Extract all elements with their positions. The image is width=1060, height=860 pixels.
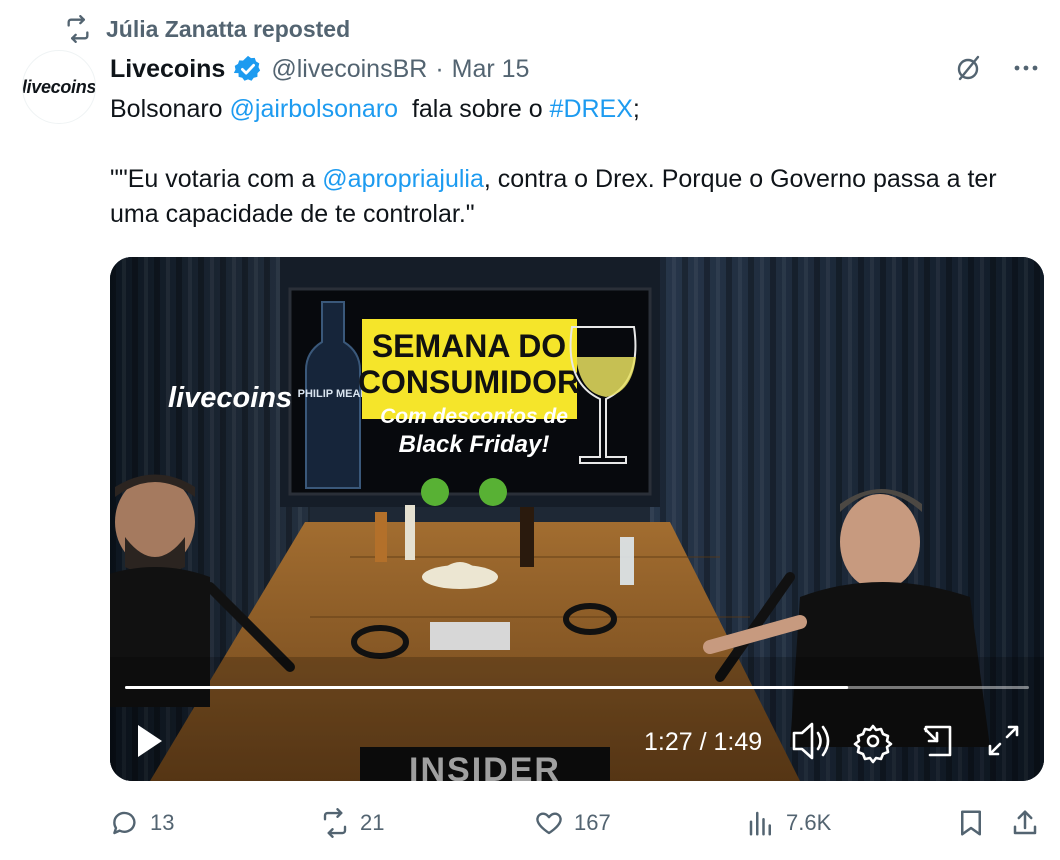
tweet-line-2: ""Eu votaria com a @apropriajulia, contr… [110,162,1050,232]
separator-dot: · [435,54,444,83]
grok-icon[interactable] [952,52,984,84]
text-segment: ; [632,95,640,123]
reply-button[interactable]: 13 [110,803,174,843]
repost-button[interactable]: 21 [320,803,384,843]
text-segment: Bolsonaro [110,95,230,123]
banner-title-1: SEMANA DO [372,328,566,364]
banner-subtitle-2: Black Friday! [399,431,550,458]
banner-title-2: CONSUMIDOR [358,364,580,400]
repost-icon [67,15,89,43]
progress-fill [125,686,849,689]
bookmark-button[interactable] [956,803,986,843]
repost-indicator: Júlia Zanatta reposted [64,14,350,44]
share-button[interactable] [1010,803,1040,843]
video-player[interactable]: PHILIP MEAD SEMANA DO CONSUMIDOR Com des… [110,257,1044,781]
video-watermark: livecoins [168,382,292,414]
mention-link[interactable]: @jairbolsonaro [230,95,399,123]
reply-icon [113,811,136,835]
avatar[interactable]: livecoins [22,50,96,124]
repost-count: 21 [360,810,385,835]
tweet-header: Livecoins @livecoinsBR · Mar 15 [110,52,529,86]
video-frame: PHILIP MEAD SEMANA DO CONSUMIDOR Com des… [110,257,1044,781]
bookmark-icon [961,810,981,836]
views-button[interactable]: 7.6K [746,803,831,843]
reply-count: 13 [150,810,175,835]
action-bar: 13 21 167 7.6K [110,803,1050,843]
text-segment: ""Eu votaria com a [110,165,323,193]
author-handle[interactable]: @livecoinsBR [271,55,427,84]
avatar-logo: livecoins [22,76,96,97]
tweet-line-1: Bolsonaro @jairbolsonaro fala sobre o #D… [110,92,1050,127]
tweet-text: Bolsonaro @jairbolsonaro fala sobre o #D… [110,92,1050,232]
views-icon [749,811,771,836]
hashtag-link[interactable]: #DREX [550,95,633,123]
mention-link[interactable]: @apropriajulia [322,165,484,193]
video-time: 1:27 / 1:49 [644,728,762,756]
top-actions [952,52,1042,84]
text-segment: fala sobre o [398,95,550,123]
banner-subtitle-1: Com descontos de [380,405,568,428]
view-count: 7.6K [786,810,832,835]
verified-badge-icon[interactable] [233,54,263,84]
like-count: 167 [574,810,611,835]
repost-icon [323,808,347,838]
tweet-date[interactable]: Mar 15 [452,55,530,84]
more-icon[interactable] [1010,52,1042,84]
like-button[interactable]: 167 [534,803,611,843]
repost-text[interactable]: Júlia Zanatta reposted [106,16,350,43]
heart-icon [536,812,562,835]
author-name[interactable]: Livecoins [110,55,225,84]
share-icon [1013,810,1037,835]
